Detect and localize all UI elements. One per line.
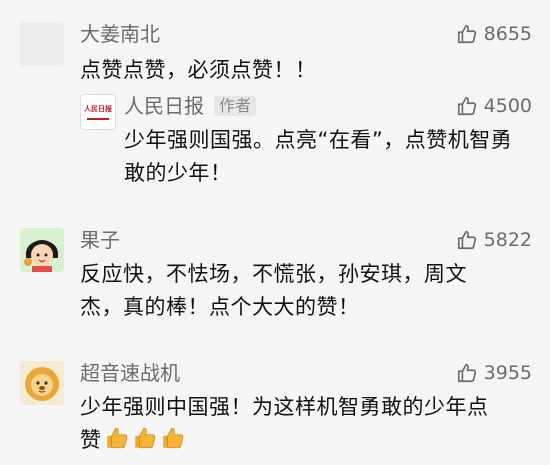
comment-item: 大姜南北 8655 点赞点赞，必须点赞！！ [0, 0, 550, 95]
thumbs-up-outline-icon [457, 96, 476, 116]
thumbs-up-emoji-icon [106, 427, 127, 449]
like-button[interactable]: 3955 [456, 361, 532, 385]
comment-username[interactable]: 人民日报 作者 [124, 94, 257, 118]
comment-item: 果子 5822 反应快，不怯场，不慌张，孙安琪，周文 杰，真的棒！点个大大的赞！ [0, 222, 550, 332]
thumbs-up-emoji-icon [134, 427, 155, 449]
like-count: 8655 [483, 23, 532, 45]
author-badge: 作者 [214, 96, 257, 116]
avatar[interactable]: 人民日报 [80, 94, 116, 130]
like-count: 4500 [483, 95, 532, 117]
like-button[interactable]: 4500 [456, 94, 532, 118]
comment-username[interactable]: 果子 [80, 228, 120, 252]
comment-text: 少年强则国强。点亮“在看”，点赞机智勇 敢的少年！ [124, 128, 513, 185]
comment-text: 少年强则中国强！为这样机智勇敢的少年点 赞 [80, 395, 489, 452]
author-reply: 人民日报 人民日报 作者 4500 少年强则国强。点亮“在看”，点赞机智勇 敢的少… [0, 90, 550, 200]
newspaper-logo: 人民日报 [84, 104, 112, 113]
emoji-group [104, 425, 186, 451]
avatar[interactable] [20, 228, 64, 272]
thumbs-up-emoji-icon [162, 427, 183, 449]
cartoon-girl-avatar-icon [20, 228, 64, 272]
like-count: 3955 [483, 362, 532, 384]
like-button[interactable]: 8655 [456, 22, 532, 46]
cartoon-lion-avatar-icon [20, 361, 64, 405]
avatar[interactable] [20, 361, 64, 405]
comment-username[interactable]: 大姜南北 [80, 22, 160, 46]
comment-text: 反应快，不怯场，不慌张，孙安琪，周文 杰，真的棒！点个大大的赞！ [80, 262, 467, 319]
comment-username[interactable]: 超音速战机 [80, 361, 180, 385]
like-count: 5822 [483, 229, 532, 251]
like-button[interactable]: 5822 [456, 228, 532, 252]
logo-underline [87, 118, 109, 120]
thumbs-up-outline-icon [457, 24, 476, 44]
thumbs-up-outline-icon [457, 230, 476, 250]
thumbs-up-outline-icon [457, 363, 476, 383]
avatar[interactable] [20, 22, 64, 66]
comment-text: 点赞点赞，必须点赞！！ [80, 58, 317, 82]
comment-item: 超音速战机 3955 少年强则中国强！为这样机智勇敢的少年点 赞 [0, 355, 550, 465]
